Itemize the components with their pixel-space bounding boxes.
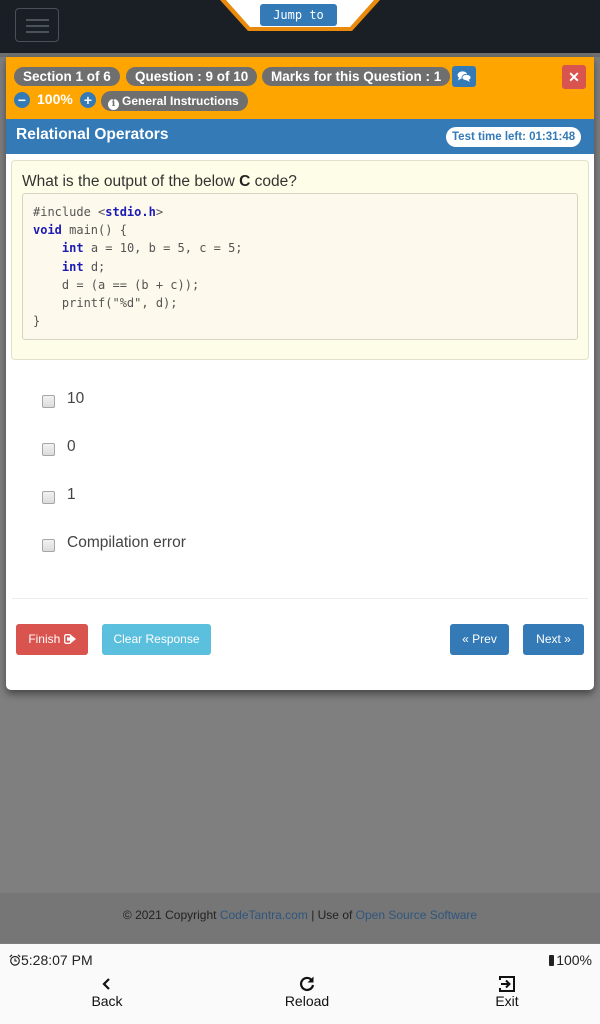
- zoom-level: 100%: [37, 91, 73, 107]
- finish-label: Finish: [28, 632, 61, 646]
- option-label: Compilation error: [67, 534, 186, 551]
- code-line: d = (a == (b + c));: [33, 276, 567, 294]
- exit-button[interactable]: Exit: [467, 974, 547, 1014]
- section-badge[interactable]: Section 1 of 6: [14, 67, 120, 86]
- bottom-app-bar: 5:28:07 PM 100% Back Reload Exit: [0, 944, 600, 1024]
- zoom-in-button[interactable]: +: [80, 92, 96, 108]
- minus-icon: −: [17, 92, 27, 108]
- battery-icon: [549, 955, 555, 966]
- question-prefix: What is the output of the below: [22, 173, 240, 190]
- sign-out-icon: [63, 634, 76, 644]
- question-language: C: [239, 173, 251, 190]
- code-text: }: [33, 314, 41, 329]
- jump-to-tab: Jump to: [216, 0, 384, 33]
- battery-status: 100%: [549, 952, 592, 968]
- test-timer: Test time left: 01:31:48: [446, 127, 582, 147]
- option-checkbox[interactable]: [42, 491, 55, 504]
- option-label: 10: [67, 390, 85, 407]
- comments-button[interactable]: [452, 66, 476, 87]
- footer-text: © 2021 Copyright CodeTantra.com | Use of…: [0, 908, 600, 922]
- close-icon: ✕: [568, 69, 580, 85]
- exit-label: Exit: [495, 993, 519, 1009]
- code-keyword: int: [61, 259, 84, 274]
- code-line: int d;: [33, 258, 567, 276]
- battery-level: 100%: [556, 952, 592, 968]
- page-footer: © 2021 Copyright CodeTantra.com | Use of…: [0, 893, 600, 943]
- clock: 5:28:07 PM: [9, 952, 93, 968]
- general-instructions-button[interactable]: i General Instructions: [101, 91, 248, 111]
- finish-button[interactable]: Finish: [16, 624, 88, 655]
- code-text: a = 10, b = 5, c = 5;: [83, 241, 243, 256]
- code-line: void main() {: [33, 221, 567, 239]
- code-keyword: stdio.h: [105, 205, 156, 219]
- alarm-clock-icon: [9, 954, 21, 966]
- code-text: main() {: [61, 223, 127, 238]
- open-source-link[interactable]: Open Source Software: [356, 908, 477, 922]
- option-checkbox[interactable]: [42, 395, 55, 408]
- exit-icon: [499, 976, 515, 992]
- code-line: int a = 10, b = 5, c = 5;: [33, 239, 567, 257]
- exam-header: Section 1 of 6 Question : 9 of 10 Marks …: [6, 57, 594, 119]
- general-instructions-label: General Instructions: [122, 94, 239, 108]
- code-keyword: int: [61, 241, 84, 256]
- prev-button[interactable]: « Prev: [450, 624, 509, 655]
- actions-divider: [12, 598, 588, 599]
- footer-separator: | Use of: [307, 908, 356, 922]
- chevron-left-icon: [102, 978, 110, 990]
- option-checkbox[interactable]: [42, 539, 55, 552]
- option-checkbox[interactable]: [42, 443, 55, 456]
- clock-time: 5:28:07 PM: [21, 952, 93, 968]
- question-box: What is the output of the below C code? …: [11, 160, 589, 360]
- section-title: Relational Operators: [16, 126, 169, 143]
- back-button[interactable]: Back: [67, 974, 147, 1014]
- info-icon: i: [108, 99, 119, 110]
- code-line: printf("%d", d);: [33, 294, 567, 312]
- jump-to-button[interactable]: Jump to: [260, 4, 337, 26]
- hamburger-icon-line: [26, 25, 49, 27]
- code-text: d = (a == (b + c));: [33, 277, 200, 292]
- hamburger-icon-line: [26, 19, 49, 21]
- code-keyword: void: [33, 223, 62, 238]
- exam-card: Section 1 of 6 Question : 9 of 10 Marks …: [6, 57, 594, 690]
- code-text: d;: [83, 259, 106, 274]
- copyright-text: © 2021 Copyright: [122, 908, 220, 922]
- code-text: #include <: [33, 205, 106, 219]
- section-titlebar: Relational Operators Test time left: 01:…: [6, 119, 594, 154]
- back-label: Back: [91, 993, 123, 1009]
- close-button[interactable]: ✕: [562, 65, 586, 89]
- next-button[interactable]: Next »: [523, 624, 584, 655]
- hamburger-icon-line: [26, 31, 49, 33]
- hamburger-menu-button[interactable]: [15, 8, 59, 42]
- reload-button[interactable]: Reload: [267, 974, 347, 1014]
- question-suffix: code?: [250, 173, 297, 190]
- reload-icon: [300, 976, 315, 992]
- clear-response-button[interactable]: Clear Response: [102, 624, 211, 655]
- codetantra-link[interactable]: CodeTantra.com: [220, 908, 308, 922]
- reload-label: Reload: [284, 993, 330, 1009]
- code-line: #include <stdio.h>: [33, 203, 567, 221]
- question-text: What is the output of the below C code?: [22, 173, 297, 191]
- plus-icon: +: [83, 92, 93, 108]
- comments-icon: [457, 71, 472, 82]
- marks-badge: Marks for this Question : 1: [262, 67, 451, 86]
- zoom-out-button[interactable]: −: [14, 92, 30, 108]
- code-line: }: [33, 312, 567, 330]
- top-navbar: Jump to: [0, 0, 600, 55]
- code-text: printf("%d", d);: [33, 296, 178, 311]
- code-block: #include <stdio.h> void main() { int a = …: [22, 193, 578, 340]
- option-label: 1: [67, 486, 76, 503]
- code-text: >: [155, 205, 164, 219]
- question-badge[interactable]: Question : 9 of 10: [126, 67, 258, 86]
- option-label: 0: [67, 438, 76, 455]
